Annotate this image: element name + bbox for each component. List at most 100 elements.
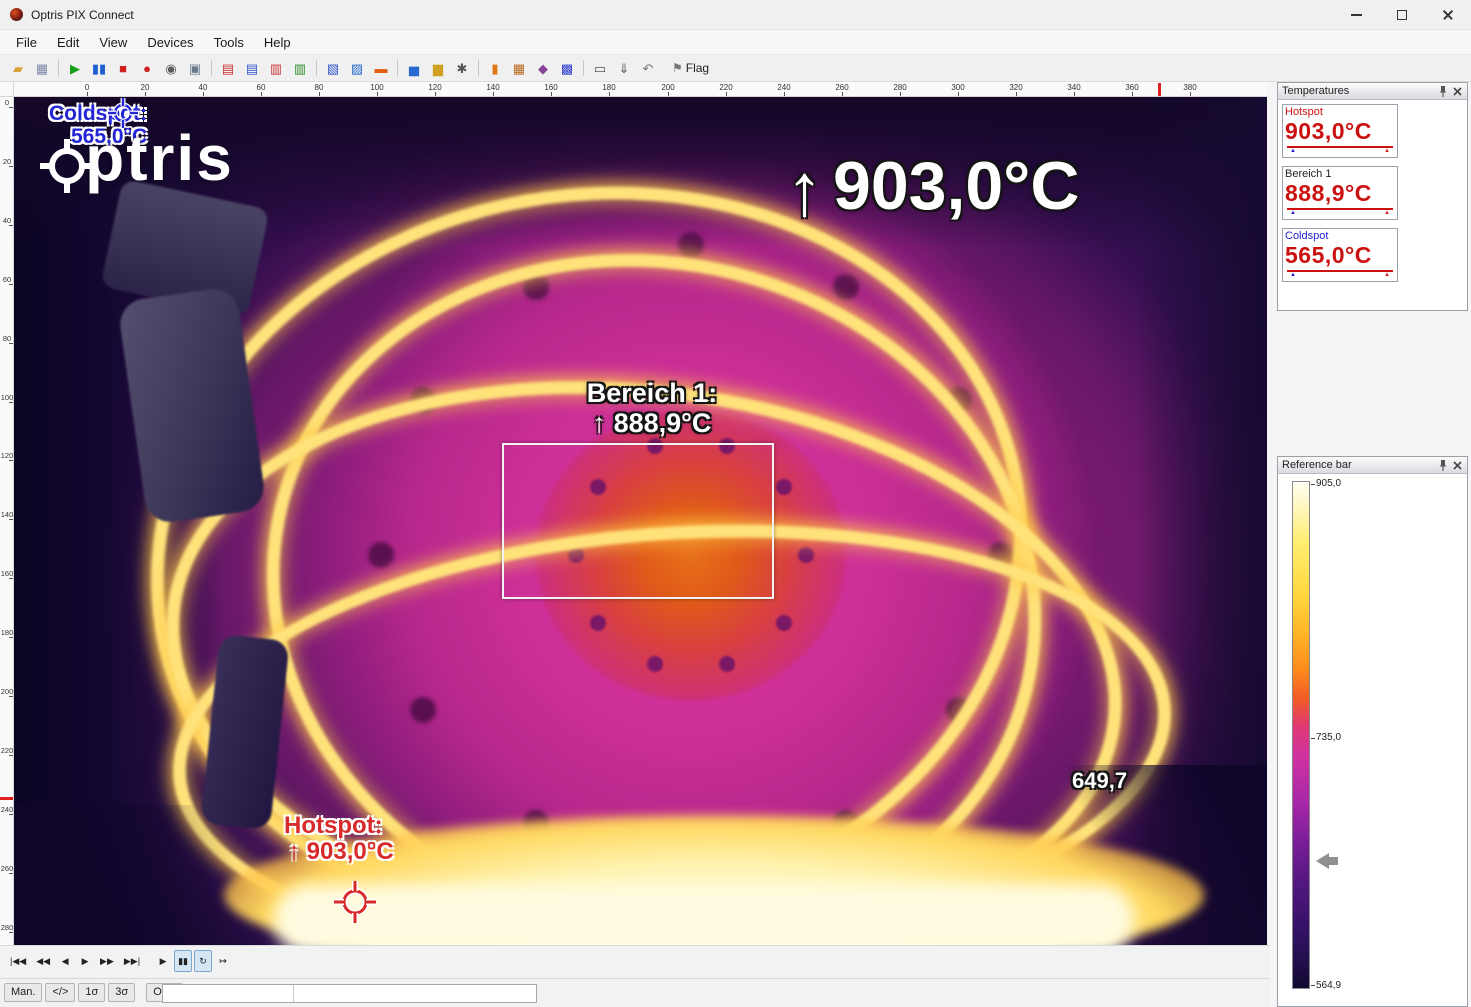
- histogram-gold-icon[interactable]: ▆: [428, 58, 448, 78]
- measure-area-rect[interactable]: [502, 443, 774, 599]
- palette-icon[interactable]: ◆: [533, 58, 553, 78]
- ruler-tick: [203, 92, 204, 96]
- ruler-tick: [551, 92, 552, 96]
- histogram-blue-icon[interactable]: ▅: [404, 58, 424, 78]
- ruler-position-marker: [1158, 83, 1161, 96]
- ruler-tick: [145, 92, 146, 96]
- thermal-image[interactable]: Coldspot: 565,0°C optris ↑ 903,0°C Berei…: [14, 97, 1267, 945]
- status-bar: Man.</>1σ3σOPT: [0, 978, 1270, 1007]
- ruler-corner: [0, 82, 14, 97]
- play-icon[interactable]: ▶: [65, 58, 85, 78]
- code-view-button[interactable]: </>: [45, 983, 75, 1002]
- sigma3-button[interactable]: 3σ: [108, 983, 135, 1002]
- measure-icon[interactable]: ▭: [590, 58, 610, 78]
- record-icon[interactable]: ●: [137, 58, 157, 78]
- colorbar-icon[interactable]: ▬: [371, 58, 391, 78]
- ruler-label: 0: [0, 98, 14, 107]
- camera-icon[interactable]: ◉: [161, 58, 181, 78]
- open-folder-icon[interactable]: ▰: [8, 58, 28, 78]
- toolbar-separator: [58, 60, 59, 76]
- ruler-tick: [9, 343, 13, 344]
- checker-icon[interactable]: ▩: [557, 58, 577, 78]
- reference-gradient-bar[interactable]: [1292, 481, 1310, 989]
- vertical-ruler: 020406080100120140160180200220240260280: [0, 97, 14, 945]
- playback-bar: |◀◀◀◀◀▶▶▶▶▶|▶▮▮↻↦ 0:00:32,70 0:00:39,77: [0, 945, 1270, 978]
- ruler-tick: [9, 225, 13, 226]
- diagram-icon[interactable]: ▨: [347, 58, 367, 78]
- min-marker-icon: ▲: [1290, 210, 1296, 217]
- spot-temperature-overlay: 649,7: [1072, 769, 1127, 793]
- tools-icon[interactable]: ✱: [452, 58, 472, 78]
- skip-end-button[interactable]: ▶▶|: [120, 950, 144, 972]
- stop-record-icon[interactable]: ■: [113, 58, 133, 78]
- flag-label[interactable]: Flag: [686, 61, 709, 75]
- table-red2-icon[interactable]: ▥: [266, 58, 286, 78]
- reference-bar-panel: Reference bar 905,0 735,0 564,9: [1277, 456, 1468, 1007]
- status-field-divider: [293, 985, 294, 1002]
- ruler-label: 20: [0, 157, 14, 166]
- ruler-label: 200: [661, 83, 674, 92]
- table-green-icon[interactable]: ▥: [290, 58, 310, 78]
- max-marker-icon: ▲: [1384, 272, 1390, 279]
- ruler-label: 100: [0, 393, 14, 402]
- sigma1-button[interactable]: 1σ: [78, 983, 105, 1002]
- prev-frame-button[interactable]: ◀: [56, 950, 74, 972]
- maximize-icon: [1397, 10, 1407, 20]
- pin-icon: [1438, 460, 1448, 471]
- layout-icon[interactable]: ▧: [323, 58, 343, 78]
- pause-icon[interactable]: ▮▮: [89, 58, 109, 78]
- grid-icon[interactable]: ▦: [509, 58, 529, 78]
- close-button[interactable]: [1425, 0, 1471, 30]
- skip-start-button[interactable]: |◀◀: [6, 950, 30, 972]
- pin-button[interactable]: [1436, 459, 1449, 472]
- next-frame-button[interactable]: ▶: [76, 950, 94, 972]
- undo-icon[interactable]: ↶: [638, 58, 658, 78]
- close-icon: [1453, 87, 1462, 96]
- thermal-art: [274, 885, 1134, 945]
- ruler-label: 280: [0, 923, 14, 932]
- hotspot-overlay: Hotspot: ↑ 903,0°C: [284, 813, 394, 866]
- minimize-button[interactable]: [1333, 0, 1379, 30]
- manual-mode-button[interactable]: Man.: [4, 983, 42, 1002]
- ruler-tick: [958, 92, 959, 96]
- copy-frames-icon[interactable]: ▣: [185, 58, 205, 78]
- pin-button[interactable]: [1436, 85, 1449, 98]
- menu-item-view[interactable]: View: [89, 32, 137, 53]
- up-arrow-icon: ↑: [593, 408, 607, 438]
- loop-button[interactable]: ↻: [194, 950, 212, 972]
- ruler-label: 100: [370, 83, 383, 92]
- ruler-tick: [900, 92, 901, 96]
- temperature-reading: Bereich 1888,9°C▲▲: [1282, 166, 1398, 220]
- ruler-label: 360: [1125, 83, 1138, 92]
- menu-item-file[interactable]: File: [6, 32, 47, 53]
- close-panel-button[interactable]: [1451, 459, 1464, 472]
- ruler-tick: [1190, 92, 1191, 96]
- status-field[interactable]: [162, 984, 537, 1003]
- fast-forward-button[interactable]: ▶▶: [96, 950, 118, 972]
- ruler-label: 340: [1067, 83, 1080, 92]
- ruler-tick: [435, 92, 436, 96]
- maximize-button[interactable]: [1379, 0, 1425, 30]
- reference-level-arrow-icon[interactable]: [1316, 853, 1338, 869]
- menu-item-devices[interactable]: Devices: [137, 32, 203, 53]
- thermometer-icon[interactable]: ▮: [485, 58, 505, 78]
- play-button[interactable]: ▶: [154, 950, 172, 972]
- export-icon[interactable]: ⇓: [614, 58, 634, 78]
- optris-logo: optris: [44, 123, 234, 193]
- save-icon[interactable]: ▦: [32, 58, 52, 78]
- table-red-icon[interactable]: ▤: [218, 58, 238, 78]
- pause-button[interactable]: ▮▮: [174, 950, 192, 972]
- menu-item-edit[interactable]: Edit: [47, 32, 89, 53]
- up-arrow-icon: ↑: [786, 149, 823, 230]
- ruler-tick: [9, 402, 13, 403]
- close-panel-button[interactable]: [1451, 85, 1464, 98]
- table-blue-icon[interactable]: ▤: [242, 58, 262, 78]
- toolbar: ▰▦▶▮▮■●◉▣▤▤▥▥▧▨▬▅▆✱▮▦◆▩▭⇓↶ ⚑ Flag: [0, 55, 1471, 82]
- menu-item-tools[interactable]: Tools: [204, 32, 254, 53]
- step-marker-button[interactable]: ↦: [214, 950, 232, 972]
- rewind-button[interactable]: ◀◀: [32, 950, 54, 972]
- menu-item-help[interactable]: Help: [254, 32, 301, 53]
- ruler-tick: [1132, 92, 1133, 96]
- arrow-head: [1316, 853, 1329, 869]
- max-temperature-value: 903,0°C: [833, 149, 1079, 224]
